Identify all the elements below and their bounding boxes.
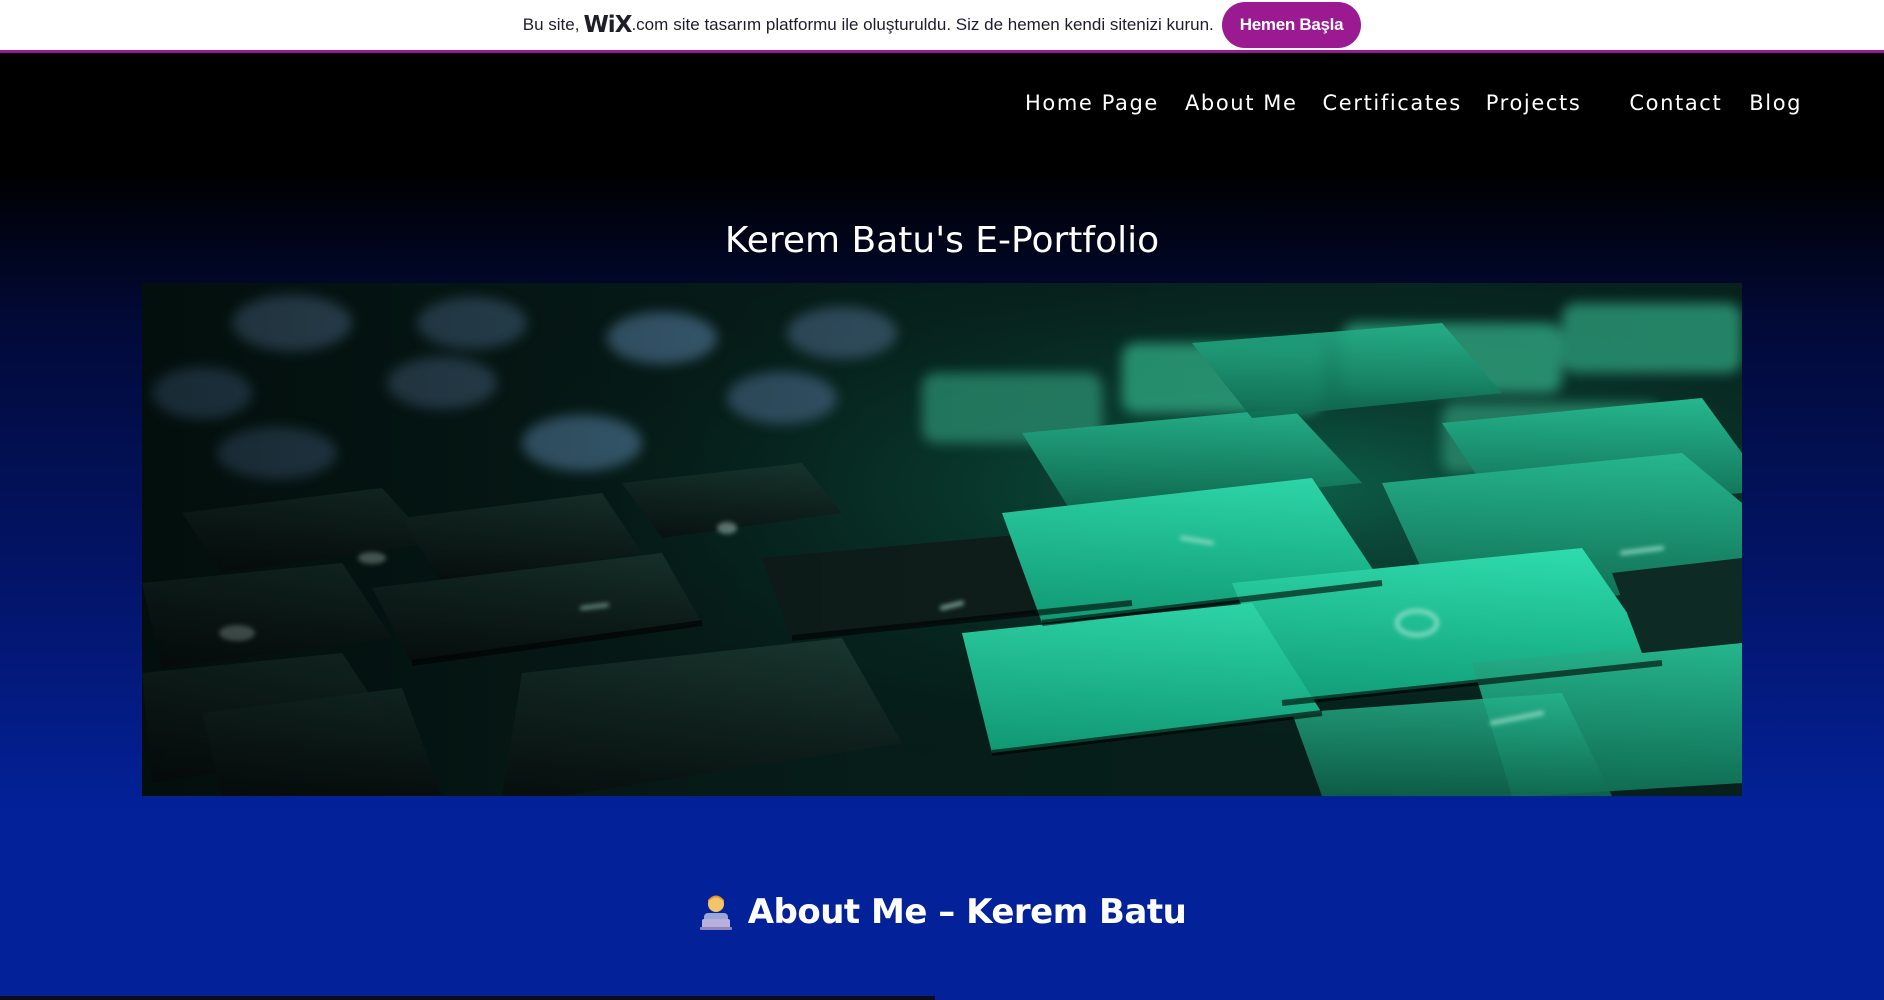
nav-item-blog[interactable]: Blog xyxy=(1749,91,1802,115)
about-heading: About Me – Kerem Batu xyxy=(0,892,1884,932)
about-title: About Me – Kerem Batu xyxy=(747,892,1187,932)
bottom-scroll-bar xyxy=(0,996,935,1000)
nav-item-home-page[interactable]: Home Page xyxy=(1025,91,1159,115)
site-title: Kerem Batu's E-Portfolio xyxy=(724,220,1160,261)
banner-text-before: Bu site, xyxy=(522,15,580,34)
nav-item-about-me[interactable]: About Me xyxy=(1185,91,1298,115)
wix-banner-text: Bu site, WiX .com site tasarım platformu … xyxy=(523,12,1214,38)
start-now-button[interactable]: Hemen Başla xyxy=(1221,2,1362,48)
wix-logo: WiX xyxy=(583,12,632,38)
technologist-emoji-icon xyxy=(698,893,734,931)
nav-item-contact[interactable]: Contact xyxy=(1629,91,1722,115)
main-nav: Home Page About Me Certificates Projects… xyxy=(1025,88,1802,118)
wix-logo-suffix: .com xyxy=(631,15,669,34)
nav-item-projects[interactable]: Projects xyxy=(1486,91,1582,115)
wix-promo-banner: Bu site, WiX .com site tasarım platformu … xyxy=(0,0,1884,53)
hero-keyboard-image xyxy=(142,283,1742,796)
nav-item-certificates[interactable]: Certificates xyxy=(1323,91,1462,115)
banner-text-after: site tasarım platformu ile oluşturuldu. … xyxy=(673,15,1214,34)
